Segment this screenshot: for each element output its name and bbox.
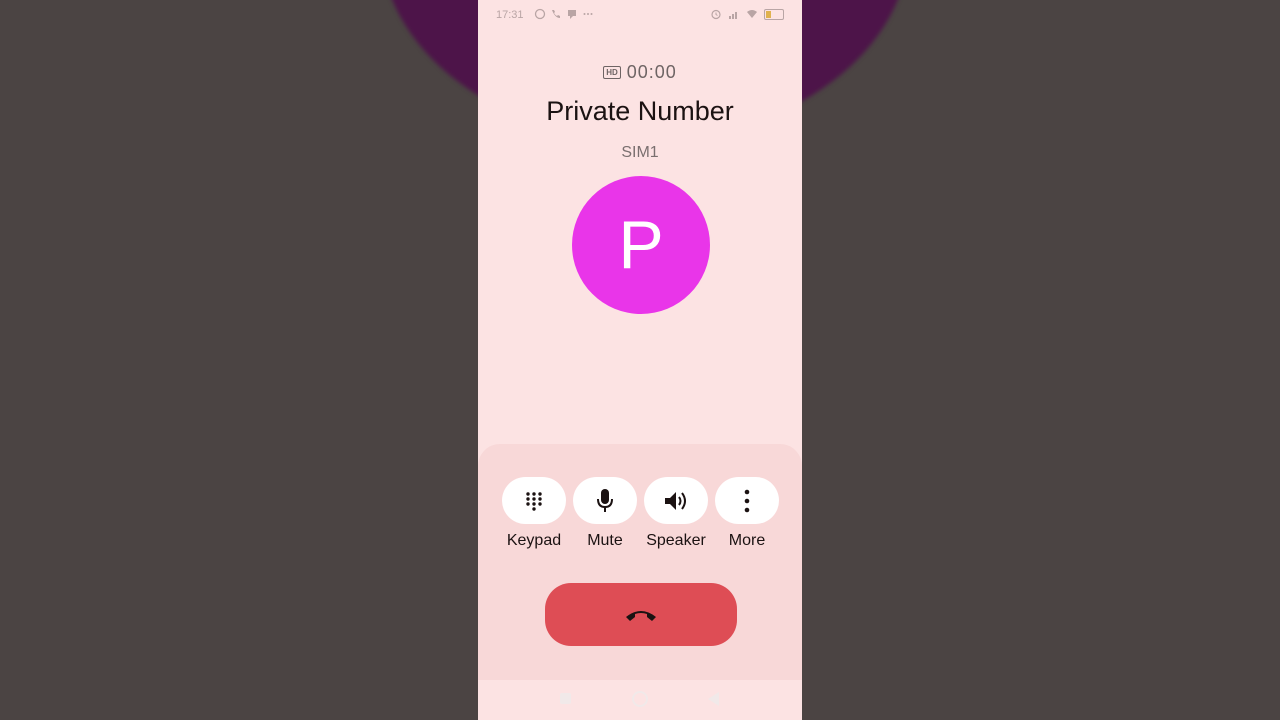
sim-label: SIM1 (621, 144, 659, 161)
speaker-control: Speaker (640, 477, 712, 550)
recents-square-icon[interactable] (560, 693, 571, 704)
message-icon (568, 10, 576, 19)
phone-icon (552, 10, 560, 18)
whatsapp-icon (534, 8, 546, 20)
mute-label: Mute (587, 532, 623, 549)
wifi-icon (747, 10, 757, 18)
more-label: More (728, 532, 766, 549)
keypad-label: Keypad (506, 532, 562, 549)
alarm-icon (711, 9, 721, 20)
call-controls-panel: Keypad Mute Speaker More (478, 444, 802, 684)
more-vertical-icon (744, 489, 750, 512)
keypad-control: Keypad (498, 477, 570, 550)
signal-icon (729, 12, 737, 19)
hd-badge: HD (603, 66, 621, 79)
navigation-bar (478, 680, 802, 720)
phone-screen: 17:31 HD 00:00 Private Number SIM1 P Key… (478, 0, 802, 720)
end-call-button[interactable] (545, 583, 737, 646)
status-bar: 17:31 (478, 0, 802, 32)
keypad-button[interactable] (502, 477, 566, 524)
call-duration: 00:00 (626, 62, 677, 82)
more-button[interactable] (715, 477, 779, 524)
caller-name: Private Number (546, 96, 734, 126)
microphone-icon (597, 488, 613, 512)
more-control: More (711, 477, 783, 550)
mute-control: Mute (569, 477, 641, 550)
speaker-label: Speaker (646, 532, 706, 549)
status-notification-icons (534, 8, 594, 20)
call-timer: HD 00:00 (478, 62, 802, 83)
home-circle-icon[interactable] (632, 691, 648, 707)
more-dots-icon (583, 13, 593, 15)
end-call-icon (626, 610, 656, 621)
speaker-button[interactable] (644, 477, 708, 524)
avatar-letter: P (618, 207, 664, 283)
battery-icon (764, 8, 784, 20)
avatar: P (572, 176, 710, 314)
status-time: 17:31 (496, 9, 524, 21)
keypad-icon (526, 491, 542, 511)
status-system-icons (710, 8, 784, 20)
mute-button[interactable] (573, 477, 637, 524)
speaker-icon (665, 491, 686, 510)
back-triangle-icon[interactable] (708, 692, 719, 706)
